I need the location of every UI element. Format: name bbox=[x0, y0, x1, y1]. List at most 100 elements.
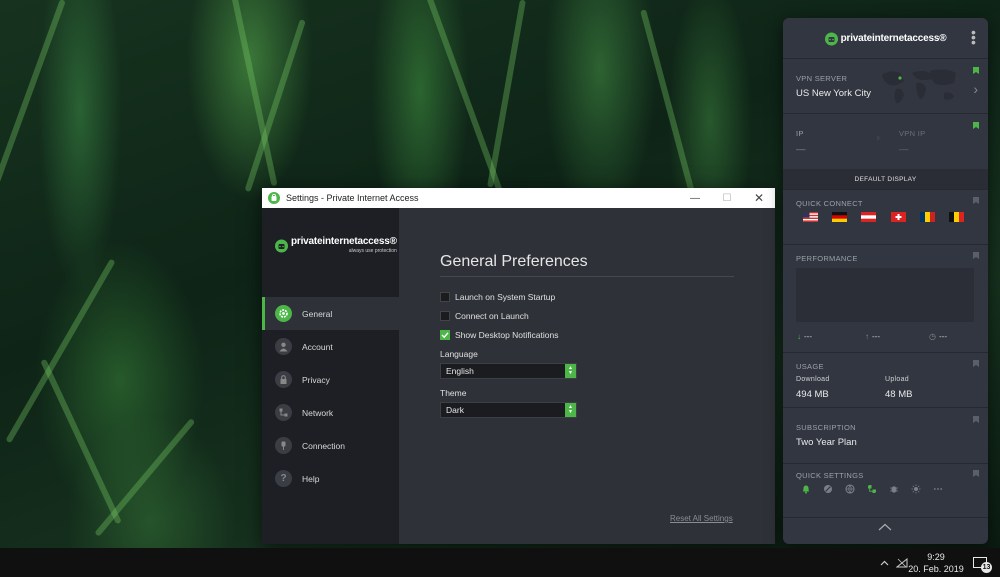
at-flag[interactable] bbox=[861, 212, 876, 222]
upload-speed-value: --- bbox=[872, 332, 880, 341]
world-map-icon bbox=[882, 69, 956, 104]
ip-value: — bbox=[796, 144, 806, 155]
vpn-ip-label: VPN IP bbox=[899, 129, 926, 138]
default-display-bar[interactable]: DEFAULT DISPLAY bbox=[783, 169, 988, 189]
download-value: 494 MB bbox=[796, 389, 829, 400]
option-label: Launch on System Startup bbox=[455, 292, 556, 302]
download-speed-value: --- bbox=[804, 332, 812, 341]
option-label: Show Desktop Notifications bbox=[455, 330, 559, 340]
nav-item-connection[interactable]: Connection bbox=[262, 429, 399, 462]
settings-titlebar[interactable]: Settings - Private Internet Access — ☐ ✕ bbox=[262, 188, 775, 208]
upload-speed: ↑ --- bbox=[865, 332, 880, 341]
pia-robot-icon bbox=[275, 239, 288, 252]
gear-icon bbox=[275, 305, 292, 322]
bookmark-icon[interactable] bbox=[973, 122, 979, 129]
theme-label: Theme bbox=[440, 388, 467, 398]
language-value: English bbox=[446, 366, 474, 376]
performance-graph bbox=[796, 268, 974, 322]
us-flag[interactable] bbox=[803, 212, 818, 222]
brightness-icon[interactable] bbox=[911, 484, 921, 494]
nav-label: Network bbox=[302, 407, 334, 418]
language-label: Language bbox=[440, 349, 478, 359]
show-notifications-checkbox[interactable] bbox=[440, 330, 450, 340]
connect-on-launch-checkbox[interactable] bbox=[440, 311, 450, 321]
nav-label: General bbox=[302, 308, 333, 319]
chevron-right-icon[interactable]: › bbox=[973, 81, 978, 97]
upload-value: 48 MB bbox=[885, 389, 913, 400]
network-icon bbox=[275, 404, 292, 421]
pia-logo: privateinternetaccess® always use protec… bbox=[275, 236, 397, 254]
bookmark-icon[interactable] bbox=[973, 197, 979, 204]
logo-tagline: always use protection bbox=[348, 248, 397, 254]
select-arrows-icon: ▲ ▼ bbox=[565, 403, 576, 417]
close-button[interactable]: ✕ bbox=[744, 188, 774, 208]
help-icon: ? bbox=[275, 470, 292, 487]
settings-window-title: Settings - Private Internet Access bbox=[286, 193, 419, 203]
theme-value: Dark bbox=[446, 405, 464, 415]
bookmark-icon[interactable] bbox=[973, 360, 979, 367]
taskbar-clock[interactable]: 9:29 20. Feb. 2019 bbox=[905, 548, 967, 577]
more-vertical-icon[interactable]: • • • bbox=[971, 25, 976, 49]
more-icon[interactable] bbox=[933, 484, 943, 494]
lock-icon bbox=[275, 371, 292, 388]
maximize-button[interactable]: ☐ bbox=[712, 188, 742, 208]
ro-flag[interactable] bbox=[920, 212, 935, 222]
globe-icon[interactable] bbox=[845, 484, 855, 494]
nav-label: Connection bbox=[302, 440, 346, 451]
chevron-up-icon[interactable] bbox=[878, 523, 892, 531]
connect-on-launch-option[interactable]: Connect on Launch bbox=[440, 311, 529, 321]
arrow-up-icon: ↑ bbox=[865, 332, 869, 341]
download-speed: ↓ --- bbox=[797, 332, 812, 341]
be-flag[interactable] bbox=[949, 212, 964, 222]
quick-settings-section: QUICK SETTINGS bbox=[783, 463, 988, 517]
bug-icon[interactable] bbox=[889, 484, 899, 494]
network-icon[interactable] bbox=[867, 484, 877, 494]
minimize-button[interactable]: — bbox=[680, 188, 710, 208]
quick-connect-label: QUICK CONNECT bbox=[796, 199, 863, 208]
page-title: General Preferences bbox=[440, 253, 588, 270]
de-flag[interactable] bbox=[832, 212, 847, 222]
theme-select[interactable]: Dark ▲ ▼ bbox=[440, 402, 577, 418]
taskbar: 9:29 20. Feb. 2019 13 bbox=[0, 548, 1000, 577]
connection-time-value: --- bbox=[938, 332, 947, 341]
block-icon[interactable] bbox=[823, 484, 833, 494]
bell-icon[interactable] bbox=[801, 484, 811, 494]
bookmark-icon[interactable] bbox=[973, 470, 979, 477]
settings-sidebar: privateinternetaccess® always use protec… bbox=[262, 208, 399, 544]
nav-item-network[interactable]: Network bbox=[262, 396, 399, 429]
dashboard-logo-wordmark: privateinternetaccess® bbox=[840, 32, 947, 44]
nav-item-help[interactable]: ? Help bbox=[262, 462, 399, 495]
nav-label: Account bbox=[302, 341, 333, 352]
clock-date: 20. Feb. 2019 bbox=[908, 563, 964, 574]
bookmark-icon[interactable] bbox=[973, 67, 979, 74]
usage-label: USAGE bbox=[796, 362, 824, 371]
settings-window: Settings - Private Internet Access — ☐ ✕… bbox=[262, 188, 775, 544]
vpn-server-label: VPN SERVER bbox=[796, 74, 848, 83]
quick-settings-label: QUICK SETTINGS bbox=[796, 471, 864, 480]
ip-section: IP — VPN IP — bbox=[783, 113, 988, 169]
pia-robot-icon bbox=[824, 32, 838, 45]
dashboard-header: privateinternetaccess® bbox=[783, 18, 988, 58]
language-select[interactable]: English ▲ ▼ bbox=[440, 363, 577, 379]
launch-on-startup-checkbox[interactable] bbox=[440, 292, 450, 302]
title-divider bbox=[440, 276, 734, 277]
ch-flag[interactable] bbox=[891, 212, 906, 222]
ip-label: IP bbox=[796, 129, 804, 138]
logo-wordmark: privateinternetaccess® bbox=[291, 236, 397, 247]
vpn-ip-value: — bbox=[899, 144, 909, 155]
bookmark-icon[interactable] bbox=[973, 416, 979, 423]
general-preferences-panel: General Preferences Launch on System Sta… bbox=[399, 208, 775, 544]
nav-item-account[interactable]: Account bbox=[262, 330, 399, 363]
nav-item-general[interactable]: General bbox=[262, 297, 399, 330]
launch-on-startup-option[interactable]: Launch on System Startup bbox=[440, 292, 555, 302]
nav-item-privacy[interactable]: Privacy bbox=[262, 363, 399, 396]
pia-app-icon bbox=[268, 192, 280, 204]
select-arrows-icon: ▲ ▼ bbox=[565, 364, 576, 378]
reset-all-settings-link[interactable]: Reset All Settings bbox=[670, 514, 733, 523]
vpn-server-section[interactable]: VPN SERVER US New York City › bbox=[783, 58, 988, 113]
bookmark-icon[interactable] bbox=[973, 252, 979, 259]
action-center-button[interactable]: 13 bbox=[969, 548, 992, 577]
show-hidden-icons-icon[interactable] bbox=[876, 548, 892, 577]
show-notifications-option[interactable]: Show Desktop Notifications bbox=[440, 330, 558, 340]
upload-label: Upload bbox=[885, 376, 909, 383]
